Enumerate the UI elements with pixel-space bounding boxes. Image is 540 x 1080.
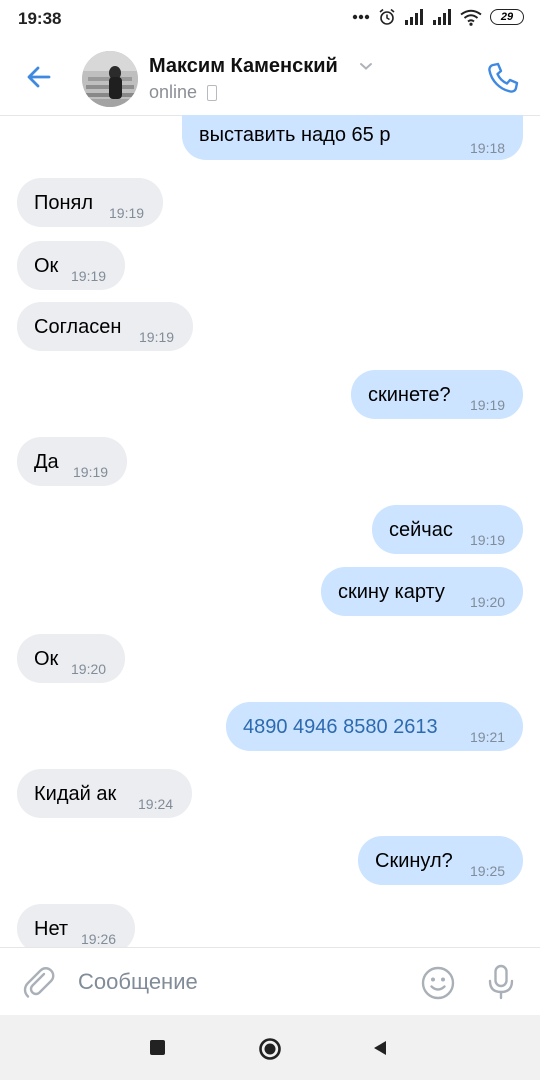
message-time: 19:21	[470, 729, 506, 745]
contact-status: online	[149, 82, 198, 102]
message-text: Нет	[34, 918, 69, 940]
message-bubble-incoming[interactable]: Ок 19:19	[17, 241, 125, 290]
avatar[interactable]	[82, 51, 138, 107]
nav-back-icon[interactable]	[372, 1040, 388, 1056]
message-text: Ок	[34, 648, 59, 670]
message-bubble-incoming[interactable]: Ок 19:20	[17, 634, 125, 683]
home-icon[interactable]	[258, 1037, 282, 1061]
message-text: скинете?	[368, 384, 451, 406]
signal-icon	[405, 9, 423, 25]
message-list[interactable]: выставить надо 65 р 19:18 Понял 19:19 Ок…	[0, 115, 540, 947]
message-time: 19:19	[109, 205, 145, 221]
card-number-link[interactable]: 4890 4946 8580 2613	[243, 715, 438, 739]
message-time: 19:18	[470, 140, 506, 156]
message-input[interactable]	[78, 962, 398, 1002]
paperclip-icon[interactable]	[22, 965, 56, 999]
message-time: 19:25	[470, 863, 506, 879]
message-bubble-incoming[interactable]: Да 19:19	[17, 437, 127, 486]
mobile-device-icon	[207, 85, 217, 101]
message-bubble-outgoing[interactable]: 4890 4946 8580 2613 19:21	[226, 702, 523, 751]
message-time: 19:24	[138, 796, 174, 812]
message-bubble-incoming[interactable]: Кидай ак 19:24	[17, 769, 192, 818]
signal-icon-2	[433, 9, 451, 25]
message-bubble-outgoing[interactable]: Скинул? 19:25	[358, 836, 523, 885]
message-text: Ок	[34, 255, 59, 277]
message-bubble-incoming[interactable]: Нет 19:26	[17, 904, 135, 947]
message-time: 19:19	[470, 532, 506, 548]
system-navigation-bar	[0, 1015, 540, 1080]
message-bubble-outgoing[interactable]: сейчас 19:19	[372, 505, 523, 554]
phone-icon[interactable]	[484, 59, 522, 97]
message-text: Скинул?	[375, 850, 453, 872]
message-time: 19:19	[139, 329, 175, 345]
avatar-photo	[82, 51, 138, 107]
message-composer	[0, 947, 540, 1016]
message-text: Понял	[34, 192, 94, 214]
back-arrow-icon[interactable]	[22, 60, 56, 94]
recent-apps-icon[interactable]	[150, 1040, 165, 1055]
status-bar: 19:38 29	[0, 0, 540, 38]
message-time: 19:20	[71, 661, 107, 677]
more-dots-icon	[352, 14, 370, 20]
message-bubble-outgoing[interactable]: скинете? 19:19	[351, 370, 523, 419]
battery-icon: 29	[490, 9, 524, 25]
message-text: Согласен	[34, 316, 122, 338]
contact-name[interactable]: Максим Каменский	[149, 55, 338, 78]
chat-header: Максим Каменский online	[0, 38, 540, 116]
battery-level: 29	[500, 11, 514, 23]
alarm-icon	[379, 8, 395, 25]
chevron-down-icon[interactable]	[358, 58, 374, 74]
message-time: 19:26	[81, 931, 117, 947]
message-bubble-outgoing[interactable]: выставить надо 65 р 19:18	[182, 115, 523, 160]
status-icons: 29	[352, 8, 524, 26]
message-text: сейчас	[389, 519, 453, 541]
message-text: Кидай ак	[34, 783, 117, 805]
message-bubble-outgoing[interactable]: скину карту 19:20	[321, 567, 523, 616]
message-text: выставить надо 65 р	[199, 124, 391, 146]
message-time: 19:19	[71, 268, 107, 284]
microphone-icon[interactable]	[486, 964, 516, 1000]
message-time: 19:19	[470, 397, 506, 413]
message-text: Да	[34, 451, 59, 473]
message-bubble-incoming[interactable]: Понял 19:19	[17, 178, 163, 227]
wifi-icon	[460, 9, 482, 26]
smiley-icon[interactable]	[420, 965, 456, 1001]
message-text: скину карту	[338, 581, 445, 603]
message-time: 19:19	[73, 464, 109, 480]
status-time: 19:38	[18, 9, 62, 28]
message-time: 19:20	[470, 594, 506, 610]
message-bubble-incoming[interactable]: Согласен 19:19	[17, 302, 193, 351]
